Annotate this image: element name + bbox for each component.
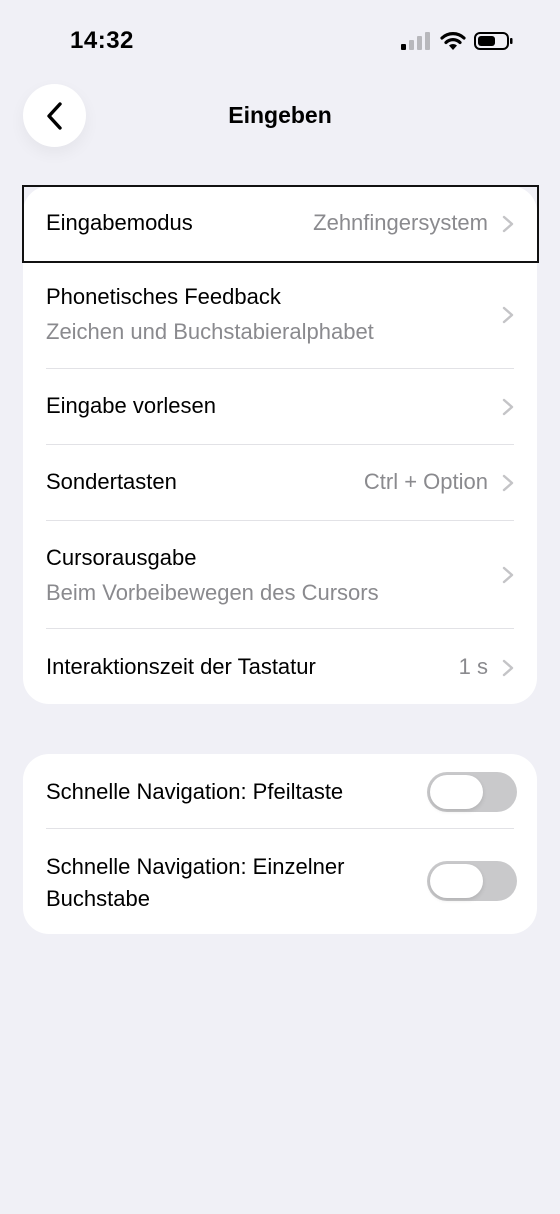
toggle-row-einzelner-buchstabe: Schnelle Navigation: Einzelner Buchstabe xyxy=(23,829,537,934)
toggle-group: Schnelle Navigation: Pfeiltaste Schnelle… xyxy=(23,754,537,934)
chevron-right-icon xyxy=(502,215,514,233)
navigation-bar: Eingeben xyxy=(0,84,560,148)
settings-group: Eingabemodus Zehnfingersystem Phonetisch… xyxy=(23,186,537,704)
toggle-knob xyxy=(430,775,483,809)
setting-value: Ctrl + Option xyxy=(363,469,488,494)
cellular-signal-icon xyxy=(401,32,430,50)
chevron-right-icon xyxy=(502,398,514,416)
setting-title: Eingabe vorlesen xyxy=(46,393,217,418)
setting-row-interaktionszeit[interactable]: Interaktionszeit der Tastatur 1 s xyxy=(23,629,537,704)
page-title: Eingeben xyxy=(228,102,332,128)
status-bar: 14:32 xyxy=(0,0,560,84)
chevron-right-icon xyxy=(502,474,514,492)
pfeiltaste-toggle[interactable] xyxy=(427,772,517,812)
chevron-right-icon xyxy=(502,659,514,677)
setting-title: Interaktionszeit der Tastatur xyxy=(46,654,316,679)
setting-title: Eingabemodus xyxy=(46,210,193,235)
wifi-icon xyxy=(440,32,466,50)
toggle-knob xyxy=(430,864,483,898)
setting-value: Zehnfingersystem xyxy=(313,210,488,235)
setting-value: 1 s xyxy=(458,654,488,679)
setting-row-sondertasten[interactable]: Sondertasten Ctrl + Option xyxy=(23,445,537,521)
toggle-title: Schnelle Navigation: Einzelner Buchstabe xyxy=(46,854,345,911)
toggle-title: Schnelle Navigation: Pfeiltaste xyxy=(46,779,344,804)
setting-row-eingabemodus[interactable]: Eingabemodus Zehnfingersystem xyxy=(23,186,537,262)
battery-icon xyxy=(474,32,513,50)
einzelner-buchstabe-toggle[interactable] xyxy=(427,861,517,901)
setting-subtitle: Zeichen und Buchstabieralphabet xyxy=(46,319,374,344)
setting-row-eingabe-vorlesen[interactable]: Eingabe vorlesen xyxy=(23,369,537,445)
chevron-right-icon xyxy=(502,306,514,324)
setting-title: Cursorausgabe xyxy=(46,545,197,570)
setting-row-cursorausgabe[interactable]: Cursorausgabe Beim Vorbeibewegen des Cur… xyxy=(23,521,537,629)
toggle-row-pfeiltaste: Schnelle Navigation: Pfeiltaste xyxy=(23,754,537,829)
chevron-right-icon xyxy=(502,566,514,584)
setting-title: Sondertasten xyxy=(46,469,177,494)
setting-row-phonetisches-feedback[interactable]: Phonetisches Feedback Zeichen und Buchst… xyxy=(23,262,537,369)
setting-subtitle: Beim Vorbeibewegen des Cursors xyxy=(46,580,379,605)
setting-title: Phonetisches Feedback xyxy=(46,284,281,309)
status-time: 14:32 xyxy=(70,27,134,54)
